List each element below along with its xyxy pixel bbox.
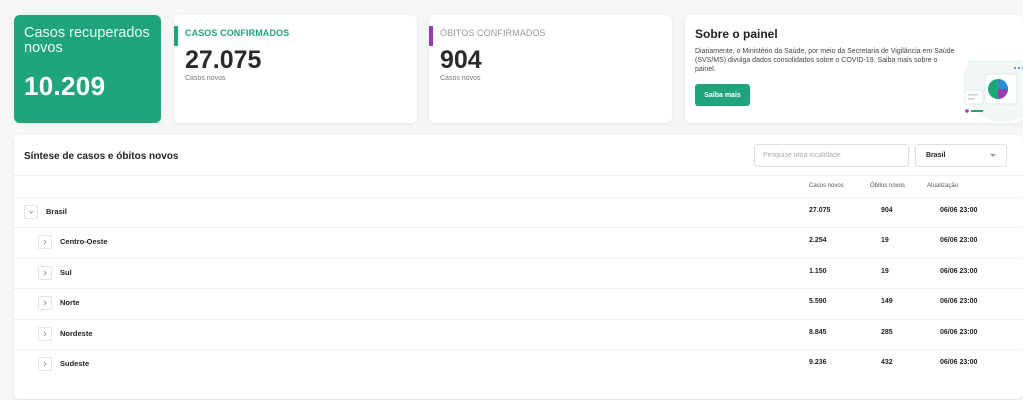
chevron-right-icon[interactable] (38, 296, 52, 311)
recovered-value: 10.209 (24, 71, 106, 101)
table-row[interactable]: Norte 5.590 149 06/06 23:00 (14, 288, 1023, 318)
row-cases: 8.845 (809, 328, 827, 336)
row-cases: 27.075 (809, 207, 831, 214)
row-name: Sul (60, 267, 72, 277)
about-title: Sobre o painel (695, 27, 778, 41)
deaths-card: ÓBITOS CONFIRMADOS 904 Casos novos (429, 15, 672, 123)
chevron-right-icon[interactable] (38, 326, 52, 341)
recovered-label: Casos recuperados novos (24, 25, 150, 56)
about-panel-card: Sobre o painel Diariamente, o Ministério… (685, 15, 1023, 123)
row-deaths: 19 (881, 267, 889, 275)
row-name: Centro-Oeste (60, 237, 108, 247)
row-updated: 06/06 23:00 (940, 298, 978, 306)
row-cases: 5.590 (809, 298, 827, 306)
confirmed-cases-card: CASOS CONFIRMADOS 27.075 Casos novos (174, 15, 417, 123)
table-row[interactable]: Sudeste 9.236 432 06/06 23:00 (14, 349, 1023, 379)
row-updated: 06/06 23:00 (940, 359, 978, 366)
row-updated: 06/06 23:00 (940, 207, 978, 214)
row-cases: 9.236 (809, 359, 827, 366)
table-title: Síntese de casos e óbitos novos (24, 151, 179, 162)
row-name: Brasil (46, 207, 67, 216)
row-deaths: 432 (881, 359, 893, 366)
row-deaths: 285 (881, 328, 893, 336)
col-header-cases: Casos novos (809, 183, 844, 189)
deaths-value: 904 (440, 46, 482, 74)
row-deaths: 149 (881, 298, 893, 306)
row-name: Sudeste (60, 359, 90, 368)
dashboard-illustration-icon (963, 60, 1023, 122)
learn-more-button[interactable]: Saiba mais (695, 84, 750, 106)
location-select[interactable]: Brasil (915, 144, 1007, 167)
row-cases: 1.150 (809, 267, 827, 275)
deaths-accent-bar (429, 26, 433, 46)
search-input[interactable]: Pesquise uma localidade (754, 144, 909, 167)
about-description: Diariamente, o Ministério da Saúde, por … (695, 48, 955, 73)
row-deaths: 904 (881, 207, 893, 214)
col-header-updated: Atualização (927, 183, 959, 189)
table-row[interactable]: Nordeste 8.845 285 06/06 23:00 (14, 319, 1023, 349)
recovered-card: Casos recuperados novos 10.209 (14, 15, 161, 123)
table-row[interactable]: Brasil 27.075 904 06/06 23:00 (14, 197, 1023, 227)
location-select-value: Brasil (926, 152, 946, 159)
chevron-right-icon[interactable] (38, 235, 52, 250)
chevron-down-icon (990, 154, 996, 157)
row-updated: 06/06 23:00 (940, 328, 978, 336)
deaths-sub: Casos novos (440, 75, 481, 82)
chevron-down-icon[interactable] (24, 205, 38, 219)
row-cases: 2.254 (809, 237, 827, 245)
row-deaths: 19 (881, 237, 889, 245)
confirmed-accent-bar (174, 26, 178, 46)
cases-summary-table: Síntese de casos e óbitos novos Pesquise… (14, 135, 1023, 399)
row-updated: 06/06 23:00 (940, 237, 978, 245)
row-updated: 06/06 23:00 (940, 267, 978, 275)
col-header-deaths: Óbitos novos (870, 183, 906, 189)
chevron-right-icon[interactable] (38, 357, 52, 371)
table-row[interactable]: Centro-Oeste 2.254 19 06/06 23:00 (14, 227, 1023, 257)
table-row[interactable]: Sul 1.150 19 06/06 23:00 (14, 258, 1023, 288)
confirmed-sub: Casos novos (185, 75, 226, 82)
row-name: Norte (60, 298, 80, 308)
confirmed-title: CASOS CONFIRMADOS (185, 28, 290, 38)
row-name: Nordeste (60, 328, 93, 338)
deaths-title: ÓBITOS CONFIRMADOS (440, 28, 546, 38)
divider (14, 175, 1023, 176)
confirmed-value: 27.075 (185, 46, 262, 74)
chevron-right-icon[interactable] (38, 265, 52, 280)
